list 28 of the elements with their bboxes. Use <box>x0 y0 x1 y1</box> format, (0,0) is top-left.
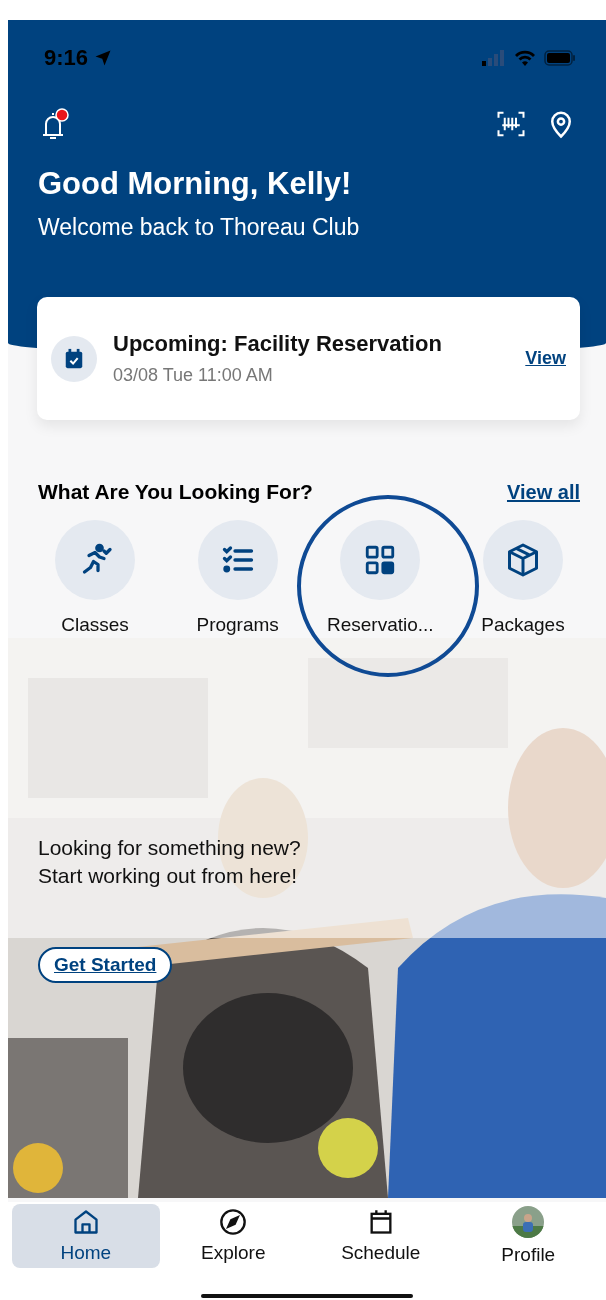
home-icon <box>71 1208 100 1236</box>
welcome-subtitle: Welcome back to Thoreau Club <box>38 214 361 241</box>
location-arrow-icon <box>94 49 113 67</box>
avatar-icon <box>512 1206 545 1238</box>
status-time: 9:16 <box>44 45 89 71</box>
category-label: Classes <box>61 614 129 636</box>
tab-bar-item[interactable]: Profile <box>454 1204 602 1268</box>
view-link[interactable]: View <box>525 348 566 369</box>
category-label: Programs <box>196 614 279 636</box>
section-title: What Are You Looking For? <box>38 480 313 504</box>
calendar-check-icon <box>51 335 97 382</box>
upcoming-title: Upcoming: Facility Reservation <box>113 331 443 357</box>
barcode-scan-icon[interactable] <box>496 109 526 139</box>
compass-icon <box>219 1208 248 1236</box>
category-label: Reservatio... <box>327 614 434 636</box>
signal-icon <box>482 50 506 66</box>
promo-text: Start working out from here! <box>38 864 299 888</box>
view-all-link[interactable]: View all <box>507 480 580 504</box>
tab-bar-item[interactable]: Schedule <box>307 1204 455 1268</box>
tab-bar-item[interactable]: Explore <box>159 1204 307 1268</box>
promo-text: Looking for something new? <box>38 836 301 860</box>
category-label: Packages <box>481 614 565 636</box>
tab-bar-item[interactable]: Home <box>12 1204 160 1268</box>
upcoming-datetime: 03/08 Tue 11:00 AM <box>113 365 274 386</box>
greeting-title: Good Morning, Kelly! <box>38 166 353 202</box>
battery-icon <box>544 50 576 66</box>
get-started-button[interactable]: Get Started <box>38 947 173 983</box>
wifi-icon <box>514 50 536 66</box>
